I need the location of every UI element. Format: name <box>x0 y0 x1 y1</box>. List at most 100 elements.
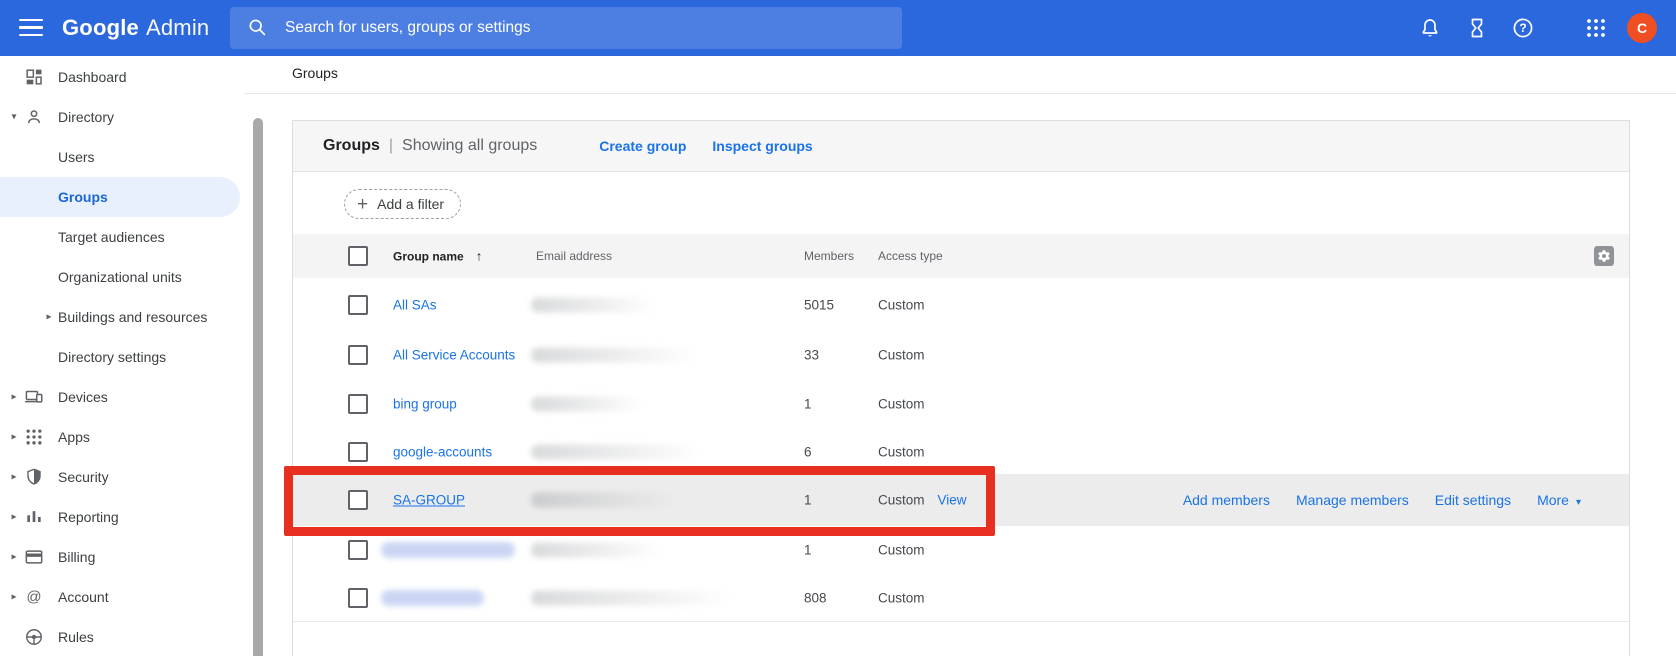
search-input[interactable]: Search for users, groups or settings <box>230 7 902 49</box>
row-checkbox[interactable] <box>348 442 368 462</box>
column-header-email: Email address <box>536 249 612 263</box>
members-count: 6 <box>804 444 812 459</box>
group-name-link[interactable]: SA-GROUP <box>393 493 465 508</box>
sidebar-item-directory[interactable]: ▾ Directory <box>0 97 245 137</box>
app-logo: Google Admin <box>62 0 209 56</box>
caret-right-icon[interactable]: ▸ <box>7 512 21 523</box>
notifications-bell-icon[interactable] <box>1418 16 1442 40</box>
table-row[interactable]: All Service Accounts 33 Custom <box>293 331 1629 379</box>
sidebar-item-label: Rules <box>58 629 94 645</box>
sidebar-item-dashboard[interactable]: Dashboard <box>0 57 245 97</box>
rules-wheel-icon <box>24 627 44 647</box>
title-separator: | <box>389 137 393 155</box>
manage-members-link[interactable]: Manage members <box>1296 492 1409 508</box>
breadcrumb: Groups <box>292 65 338 81</box>
sidebar-item-directory-settings[interactable]: Directory settings <box>0 337 245 377</box>
group-name-link[interactable]: All SAs <box>393 297 437 312</box>
row-actions: Add members Manage members Edit settings Mo… <box>1183 492 1581 508</box>
more-link[interactable]: More▾ <box>1537 492 1581 508</box>
group-name-link[interactable]: All Service Accounts <box>393 347 515 362</box>
topbar: Google Admin Search for users, groups or… <box>0 0 1676 56</box>
caret-right-icon[interactable]: ▸ <box>7 432 21 443</box>
row-checkbox[interactable] <box>348 490 368 510</box>
directory-person-icon <box>24 107 44 127</box>
sidebar-item-label: Security <box>58 469 109 485</box>
members-count: 1 <box>804 543 812 558</box>
dropdown-caret-icon: ▾ <box>1576 497 1581 508</box>
row-checkbox[interactable] <box>348 345 368 365</box>
sidebar-item-rules[interactable]: Rules <box>0 617 245 656</box>
select-all-checkbox[interactable] <box>348 246 368 266</box>
add-filter-button[interactable]: + Add a filter <box>344 189 461 219</box>
caret-right-icon[interactable]: ▸ <box>7 472 21 483</box>
caret-down-icon[interactable]: ▾ <box>7 112 21 123</box>
sidebar-item-devices[interactable]: ▸ Devices <box>0 377 245 417</box>
create-group-link[interactable]: Create group <box>599 138 686 154</box>
group-name-link[interactable]: bing group <box>393 396 457 411</box>
sidebar-item-label: Devices <box>58 389 108 405</box>
sidebar-scrollbar[interactable] <box>253 118 263 656</box>
manage-columns-button[interactable] <box>1594 246 1614 266</box>
rules-icon <box>24 627 44 647</box>
table-row[interactable]: SA-GROUP 1 CustomView Add membersManage … <box>293 474 1629 527</box>
dashboard-icon <box>24 67 44 87</box>
table-row[interactable]: 808 Custom <box>293 574 1629 622</box>
access-type: CustomView <box>878 493 967 508</box>
members-count: 33 <box>804 347 819 362</box>
apps-grid-icon[interactable] <box>1584 16 1608 40</box>
email-address-redacted <box>531 396 643 411</box>
account-avatar[interactable]: C <box>1627 13 1657 43</box>
svg-text:?: ? <box>1519 21 1526 35</box>
table-row[interactable]: All SAs 5015 Custom <box>293 278 1629 332</box>
sidebar-item-target-audiences[interactable]: Target audiences <box>0 217 245 257</box>
sidebar-item-label: Directory settings <box>58 349 166 365</box>
caret-right-icon[interactable]: ▸ <box>42 312 56 323</box>
account-at-icon: @ <box>24 587 44 607</box>
svg-text:@: @ <box>26 589 41 606</box>
group-name-link[interactable]: google-accounts <box>393 444 492 459</box>
table-row[interactable]: 1 Custom <box>293 526 1629 575</box>
sidebar-item-reporting[interactable]: ▸ Reporting <box>0 497 245 537</box>
inspect-groups-link[interactable]: Inspect groups <box>712 138 812 154</box>
row-checkbox[interactable] <box>348 394 368 414</box>
table-row[interactable]: bing group 1 Custom <box>293 378 1629 430</box>
sidebar-item-label: Dashboard <box>58 69 127 85</box>
email-address-redacted <box>531 493 676 508</box>
account-icon: @ <box>24 587 44 607</box>
column-header-group-name[interactable]: Group name↑ <box>393 249 482 264</box>
table-row[interactable]: google-accounts 6 Custom <box>293 429 1629 475</box>
sidebar-item-organizational-units[interactable]: Organizational units <box>0 257 245 297</box>
row-checkbox[interactable] <box>348 295 368 315</box>
sidebar-item-users[interactable]: Users <box>0 137 245 177</box>
sidebar-item-billing[interactable]: ▸ Billing <box>0 537 245 577</box>
sort-ascending-icon[interactable]: ↑ <box>476 249 483 264</box>
sidebar-item-account[interactable]: ▸ @ Account <box>0 577 245 617</box>
row-checkbox[interactable] <box>348 588 368 608</box>
panel-subtitle: Showing all groups <box>402 137 537 155</box>
gear-icon <box>1597 249 1611 263</box>
column-header-members: Members <box>804 249 854 263</box>
caret-right-icon[interactable]: ▸ <box>7 592 21 603</box>
reporting-icon <box>24 507 44 527</box>
sidebar-item-label: Users <box>58 149 95 165</box>
add-members-link[interactable]: Add members <box>1183 492 1270 508</box>
sidebar-item-label: Billing <box>58 549 95 565</box>
sidebar-item-groups[interactable]: Groups <box>0 177 240 217</box>
edit-settings-link[interactable]: Edit settings <box>1435 492 1511 508</box>
access-type: Custom <box>878 396 925 411</box>
caret-right-icon[interactable]: ▸ <box>7 552 21 563</box>
help-icon[interactable]: ? <box>1511 16 1535 40</box>
email-address-redacted <box>531 590 731 605</box>
reporting-bar-chart-icon <box>24 507 44 527</box>
sidebar-item-apps[interactable]: ▸ Apps <box>0 417 245 457</box>
caret-right-icon[interactable]: ▸ <box>7 392 21 403</box>
hourglass-icon[interactable] <box>1465 16 1489 40</box>
sidebar-item-buildings-and-resources[interactable]: ▸ Buildings and resources <box>0 297 245 337</box>
security-shield-icon <box>24 467 44 487</box>
view-link[interactable]: View <box>938 493 967 508</box>
members-count: 808 <box>804 590 827 605</box>
breadcrumb-divider <box>245 93 1676 94</box>
hamburger-menu-icon[interactable] <box>19 17 43 38</box>
sidebar-item-security[interactable]: ▸ Security <box>0 457 245 497</box>
row-checkbox[interactable] <box>348 540 368 560</box>
